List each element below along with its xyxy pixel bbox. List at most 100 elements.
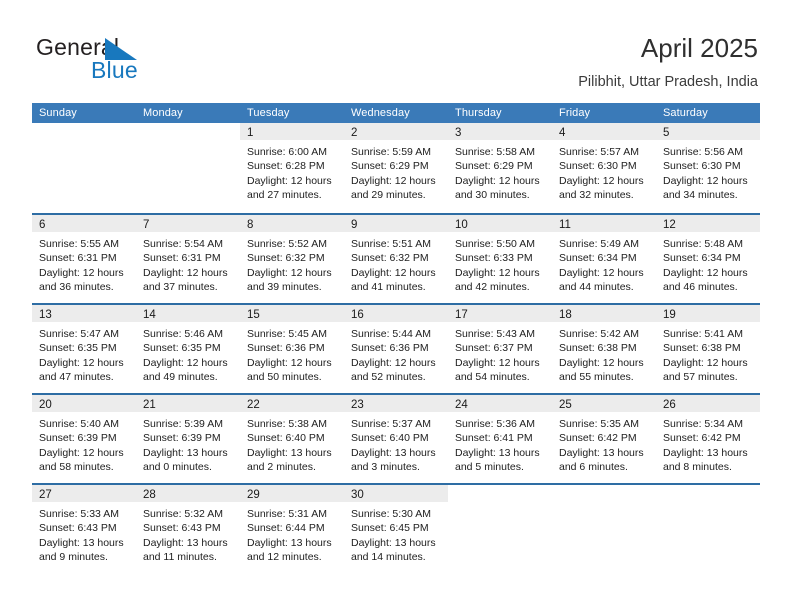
day-detail-line: Sunrise: 5:45 AM <box>247 328 327 340</box>
day-detail-line: and 42 minutes. <box>455 281 530 294</box>
day-detail-line: Sunrise: 5:40 AM <box>39 418 119 430</box>
day-detail-line: Daylight: 12 hours <box>143 356 228 369</box>
day-detail-line: Sunset: 6:32 PM <box>247 252 325 265</box>
day-detail-line: Daylight: 12 hours <box>663 174 748 187</box>
day-cell-empty <box>656 485 760 573</box>
day-detail-line: Sunrise: 5:42 AM <box>559 328 639 340</box>
day-details: Sunrise: 5:48 AM Sunset: 6:34 PM Daylight:… <box>656 232 760 295</box>
day-details: Sunrise: 5:43 AM Sunset: 6:37 PM Daylight:… <box>448 322 552 385</box>
day-detail-line: Sunrise: 5:59 AM <box>351 146 431 158</box>
day-number: 20 <box>39 399 52 411</box>
day-detail-line: Sunset: 6:40 PM <box>351 432 429 445</box>
day-cell-15[interactable]: 15 Sunrise: 5:45 AM Sunset: 6:36 PM Dayligh… <box>240 305 344 393</box>
brand-name-blue: Blue <box>91 57 138 83</box>
day-cell-21[interactable]: 21 Sunrise: 5:39 AM Sunset: 6:39 PM Dayligh… <box>136 395 240 483</box>
day-cell-6[interactable]: 6 Sunrise: 5:55 AM Sunset: 6:31 PM Daylight… <box>32 215 136 303</box>
day-detail-line: Sunrise: 5:52 AM <box>247 238 327 250</box>
day-detail-line: Sunrise: 5:47 AM <box>39 328 119 340</box>
day-number: 19 <box>663 309 676 321</box>
day-number: 4 <box>559 127 566 139</box>
day-number: 1 <box>247 127 254 139</box>
day-detail-line: Sunrise: 5:36 AM <box>455 418 535 430</box>
day-details: Sunrise: 5:42 AM Sunset: 6:38 PM Daylight:… <box>552 322 656 385</box>
day-detail-line: Sunset: 6:29 PM <box>351 160 429 173</box>
page-subtitle-location: Pilibhit, Uttar Pradesh, India <box>578 74 758 90</box>
day-cell-7[interactable]: 7 Sunrise: 5:54 AM Sunset: 6:31 PM Daylight… <box>136 215 240 303</box>
day-detail-line: and 34 minutes. <box>663 189 738 202</box>
day-details: Sunrise: 5:40 AM Sunset: 6:39 PM Daylight:… <box>32 412 136 475</box>
day-cell-13[interactable]: 13 Sunrise: 5:47 AM Sunset: 6:35 PM Dayligh… <box>32 305 136 393</box>
day-detail-line: Daylight: 12 hours <box>663 266 748 279</box>
day-number: 11 <box>559 219 571 231</box>
day-detail-line: Sunset: 6:37 PM <box>455 342 533 355</box>
day-cell-9[interactable]: 9 Sunrise: 5:51 AM Sunset: 6:32 PM Daylight… <box>344 215 448 303</box>
day-detail-line: Sunrise: 5:33 AM <box>39 508 119 520</box>
day-details: Sunrise: 5:31 AM Sunset: 6:44 PM Daylight:… <box>240 502 344 565</box>
day-number-band: 7 <box>136 215 240 232</box>
day-cell-empty <box>448 485 552 573</box>
calendar-week-row: 20 Sunrise: 5:40 AM Sunset: 6:39 PM Dayligh… <box>32 393 760 483</box>
weekday-header-saturday: Saturday <box>663 107 708 119</box>
day-detail-line: Sunrise: 5:48 AM <box>663 238 743 250</box>
day-details: Sunrise: 5:33 AM Sunset: 6:43 PM Daylight:… <box>32 502 136 565</box>
day-details: Sunrise: 5:37 AM Sunset: 6:40 PM Daylight:… <box>344 412 448 475</box>
day-detail-line: Daylight: 13 hours <box>351 536 436 549</box>
day-details: Sunrise: 5:45 AM Sunset: 6:36 PM Daylight:… <box>240 322 344 385</box>
day-detail-line: Daylight: 12 hours <box>455 174 540 187</box>
day-number-band <box>32 123 136 140</box>
day-detail-line: and 44 minutes. <box>559 281 634 294</box>
day-cell-5[interactable]: 5 Sunrise: 5:56 AM Sunset: 6:30 PM Daylight… <box>656 123 760 213</box>
day-cell-19[interactable]: 19 Sunrise: 5:41 AM Sunset: 6:38 PM Dayligh… <box>656 305 760 393</box>
day-cell-16[interactable]: 16 Sunrise: 5:44 AM Sunset: 6:36 PM Dayligh… <box>344 305 448 393</box>
day-cell-27[interactable]: 27 Sunrise: 5:33 AM Sunset: 6:43 PM Dayligh… <box>32 485 136 573</box>
day-cell-17[interactable]: 17 Sunrise: 5:43 AM Sunset: 6:37 PM Dayligh… <box>448 305 552 393</box>
day-cell-24[interactable]: 24 Sunrise: 5:36 AM Sunset: 6:41 PM Dayligh… <box>448 395 552 483</box>
day-cell-28[interactable]: 28 Sunrise: 5:32 AM Sunset: 6:43 PM Dayligh… <box>136 485 240 573</box>
day-detail-line: Sunset: 6:40 PM <box>247 432 325 445</box>
day-cell-8[interactable]: 8 Sunrise: 5:52 AM Sunset: 6:32 PM Daylight… <box>240 215 344 303</box>
day-details <box>448 502 552 507</box>
day-cell-22[interactable]: 22 Sunrise: 5:38 AM Sunset: 6:40 PM Dayligh… <box>240 395 344 483</box>
day-cell-11[interactable]: 11 Sunrise: 5:49 AM Sunset: 6:34 PM Dayligh… <box>552 215 656 303</box>
day-cell-12[interactable]: 12 Sunrise: 5:48 AM Sunset: 6:34 PM Dayligh… <box>656 215 760 303</box>
day-detail-line: Daylight: 13 hours <box>455 446 540 459</box>
day-detail-line: Sunset: 6:31 PM <box>39 252 117 265</box>
day-cell-30[interactable]: 30 Sunrise: 5:30 AM Sunset: 6:45 PM Dayligh… <box>344 485 448 573</box>
day-detail-line: Sunrise: 5:35 AM <box>559 418 639 430</box>
day-number-band: 14 <box>136 305 240 322</box>
day-cell-23[interactable]: 23 Sunrise: 5:37 AM Sunset: 6:40 PM Dayligh… <box>344 395 448 483</box>
day-cell-4[interactable]: 4 Sunrise: 5:57 AM Sunset: 6:30 PM Daylight… <box>552 123 656 213</box>
day-detail-line: Sunset: 6:42 PM <box>663 432 741 445</box>
day-detail-line: Sunrise: 5:49 AM <box>559 238 639 250</box>
day-number-band: 5 <box>656 123 760 140</box>
day-number-band: 3 <box>448 123 552 140</box>
day-cell-14[interactable]: 14 Sunrise: 5:46 AM Sunset: 6:35 PM Dayligh… <box>136 305 240 393</box>
day-detail-line: Sunset: 6:36 PM <box>351 342 429 355</box>
brand-logo[interactable]: General Blue <box>36 34 266 88</box>
day-detail-line: Sunset: 6:43 PM <box>143 522 221 535</box>
day-detail-line: Sunrise: 5:39 AM <box>143 418 223 430</box>
day-detail-line: and 29 minutes. <box>351 189 426 202</box>
day-number-band <box>136 123 240 140</box>
day-cell-29[interactable]: 29 Sunrise: 5:31 AM Sunset: 6:44 PM Dayligh… <box>240 485 344 573</box>
day-number: 15 <box>247 309 260 321</box>
day-cell-1[interactable]: 1 Sunrise: 6:00 AM Sunset: 6:28 PM Daylight… <box>240 123 344 213</box>
day-cell-26[interactable]: 26 Sunrise: 5:34 AM Sunset: 6:42 PM Dayligh… <box>656 395 760 483</box>
day-number-band: 12 <box>656 215 760 232</box>
day-details: Sunrise: 6:00 AM Sunset: 6:28 PM Daylight:… <box>240 140 344 203</box>
day-cell-empty <box>32 123 136 213</box>
calendar-week-row: 1 Sunrise: 6:00 AM Sunset: 6:28 PM Daylight… <box>32 123 760 213</box>
day-detail-line: Daylight: 12 hours <box>663 356 748 369</box>
day-number: 6 <box>39 219 46 231</box>
day-number-band: 17 <box>448 305 552 322</box>
day-cell-2[interactable]: 2 Sunrise: 5:59 AM Sunset: 6:29 PM Daylight… <box>344 123 448 213</box>
day-detail-line: Sunset: 6:32 PM <box>351 252 429 265</box>
day-detail-line: and 5 minutes. <box>455 461 524 474</box>
day-cell-25[interactable]: 25 Sunrise: 5:35 AM Sunset: 6:42 PM Dayligh… <box>552 395 656 483</box>
day-cell-3[interactable]: 3 Sunrise: 5:58 AM Sunset: 6:29 PM Daylight… <box>448 123 552 213</box>
day-cell-18[interactable]: 18 Sunrise: 5:42 AM Sunset: 6:38 PM Dayligh… <box>552 305 656 393</box>
day-cell-20[interactable]: 20 Sunrise: 5:40 AM Sunset: 6:39 PM Dayligh… <box>32 395 136 483</box>
day-detail-line: Sunrise: 5:44 AM <box>351 328 431 340</box>
day-cell-empty <box>136 123 240 213</box>
day-cell-10[interactable]: 10 Sunrise: 5:50 AM Sunset: 6:33 PM Dayligh… <box>448 215 552 303</box>
